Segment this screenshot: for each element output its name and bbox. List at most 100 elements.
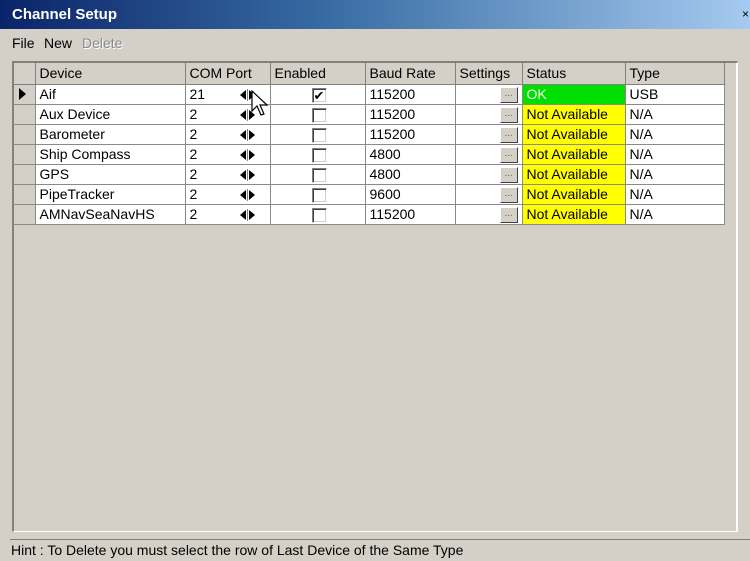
device-cell[interactable]: AMNavSeaNavHS	[35, 204, 186, 225]
settings-cell[interactable]: ...	[455, 124, 523, 145]
com-port-cell[interactable]: 2	[185, 184, 271, 205]
baud-rate-cell[interactable]: 4800	[365, 144, 456, 165]
settings-cell[interactable]: ...	[455, 84, 523, 105]
enabled-cell[interactable]	[270, 124, 366, 145]
baud-rate-cell[interactable]: 115200	[365, 84, 456, 105]
baud-rate-cell[interactable]: 115200	[365, 204, 456, 225]
enabled-checkbox[interactable]	[311, 187, 327, 203]
com-port-spinner[interactable]	[238, 128, 258, 141]
com-port-value: 2	[189, 166, 198, 182]
com-port-value: 2	[189, 146, 198, 162]
type-cell: N/A	[625, 164, 725, 185]
status-cell: Not Available	[522, 144, 626, 165]
enabled-cell[interactable]	[270, 104, 366, 125]
row-indicator[interactable]	[14, 144, 36, 165]
table-row[interactable]: Barometer 2 115200... Not Available N/A	[14, 124, 725, 145]
menu-new[interactable]: New	[44, 35, 72, 51]
row-indicator[interactable]	[14, 104, 36, 125]
com-port-cell[interactable]: 2	[185, 164, 271, 185]
column-header-baud-rate[interactable]: Baud Rate	[365, 63, 456, 85]
menu-delete: Delete	[82, 35, 123, 51]
settings-ellipsis-button[interactable]: ...	[499, 126, 518, 143]
spin-divider	[246, 108, 248, 121]
column-header-settings[interactable]: Settings	[455, 63, 523, 85]
baud-rate-cell[interactable]: 4800	[365, 164, 456, 185]
table-row[interactable]: GPS 2 4800... Not Available N/A	[14, 164, 725, 185]
spin-right-icon[interactable]	[248, 189, 255, 200]
spin-left-icon[interactable]	[239, 189, 246, 200]
enabled-cell[interactable]	[270, 204, 366, 225]
spin-left-icon[interactable]	[239, 149, 246, 160]
current-row-arrow-icon	[19, 88, 26, 100]
device-cell[interactable]: Ship Compass	[35, 144, 186, 165]
settings-cell[interactable]: ...	[455, 144, 523, 165]
column-header-enabled[interactable]: Enabled	[270, 63, 366, 85]
settings-cell[interactable]: ...	[455, 104, 523, 125]
settings-ellipsis-button[interactable]: ...	[499, 86, 518, 103]
com-port-cell[interactable]: 2	[185, 204, 271, 225]
spin-left-icon[interactable]	[239, 109, 246, 120]
spin-right-icon[interactable]	[248, 209, 255, 220]
row-indicator[interactable]	[14, 184, 36, 205]
com-port-value: 2	[189, 206, 198, 222]
enabled-cell[interactable]	[270, 144, 366, 165]
spin-right-icon[interactable]	[248, 129, 255, 140]
settings-cell[interactable]: ...	[455, 184, 523, 205]
table-row[interactable]: AMNavSeaNavHS 2 115200... Not Available N/A	[14, 204, 725, 225]
device-cell[interactable]: Barometer	[35, 124, 186, 145]
device-grid[interactable]: Device COM Port Enabled Baud Rate Settin…	[12, 61, 738, 532]
table-row[interactable]: PipeTracker 2 9600... Not Available N/A	[14, 184, 725, 205]
settings-ellipsis-button[interactable]: ...	[499, 166, 518, 183]
table-row[interactable]: Aux Device 2 115200... Not Available N/A	[14, 104, 725, 125]
column-header-status[interactable]: Status	[522, 63, 626, 85]
row-indicator[interactable]	[14, 124, 36, 145]
spin-divider	[246, 128, 248, 141]
spin-left-icon[interactable]	[239, 89, 246, 100]
row-indicator[interactable]	[14, 84, 36, 105]
baud-rate-cell[interactable]: 9600	[365, 184, 456, 205]
com-port-cell[interactable]: 2	[185, 144, 271, 165]
settings-ellipsis-button[interactable]: ...	[499, 106, 518, 123]
column-header-device[interactable]: Device	[35, 63, 186, 85]
baud-rate-cell[interactable]: 115200	[365, 124, 456, 145]
com-port-cell[interactable]: 2	[185, 124, 271, 145]
settings-cell[interactable]: ...	[455, 164, 523, 185]
spin-right-icon[interactable]	[248, 169, 255, 180]
enabled-checkbox[interactable]	[311, 147, 327, 163]
table-row[interactable]: Aif 21 ✔ 115200... OK USB	[14, 84, 725, 105]
spin-left-icon[interactable]	[239, 209, 246, 220]
enabled-checkbox[interactable]	[311, 107, 327, 123]
com-port-spinner[interactable]	[238, 208, 258, 221]
baud-rate-cell[interactable]: 115200	[365, 104, 456, 125]
menu-bar: File New Delete	[0, 30, 750, 56]
enabled-checkbox[interactable]: ✔	[311, 87, 327, 103]
menu-file[interactable]: File	[12, 35, 35, 51]
enabled-cell[interactable]: ✔	[270, 84, 366, 105]
close-icon[interactable]: ×	[742, 0, 750, 29]
enabled-cell[interactable]	[270, 184, 366, 205]
enabled-checkbox[interactable]	[311, 127, 327, 143]
settings-cell[interactable]: ...	[455, 204, 523, 225]
enabled-checkbox[interactable]	[311, 207, 327, 223]
row-indicator[interactable]	[14, 204, 36, 225]
table-row[interactable]: Ship Compass 2 4800... Not Available N/A	[14, 144, 725, 165]
com-port-spinner[interactable]	[238, 148, 258, 161]
com-port-spinner[interactable]	[238, 188, 258, 201]
column-header-type[interactable]: Type	[625, 63, 725, 85]
enabled-checkbox[interactable]	[311, 167, 327, 183]
device-cell[interactable]: GPS	[35, 164, 186, 185]
com-port-spinner[interactable]	[238, 168, 258, 181]
spin-left-icon[interactable]	[239, 129, 246, 140]
settings-ellipsis-button[interactable]: ...	[499, 206, 518, 223]
enabled-cell[interactable]	[270, 164, 366, 185]
spin-right-icon[interactable]	[248, 149, 255, 160]
device-cell[interactable]: Aux Device	[35, 104, 186, 125]
settings-ellipsis-button[interactable]: ...	[499, 146, 518, 163]
device-cell[interactable]: Aif	[35, 84, 186, 105]
column-header-com-port[interactable]: COM Port	[185, 63, 271, 85]
spin-left-icon[interactable]	[239, 169, 246, 180]
spin-divider	[246, 208, 248, 221]
settings-ellipsis-button[interactable]: ...	[499, 186, 518, 203]
device-cell[interactable]: PipeTracker	[35, 184, 186, 205]
row-indicator[interactable]	[14, 164, 36, 185]
